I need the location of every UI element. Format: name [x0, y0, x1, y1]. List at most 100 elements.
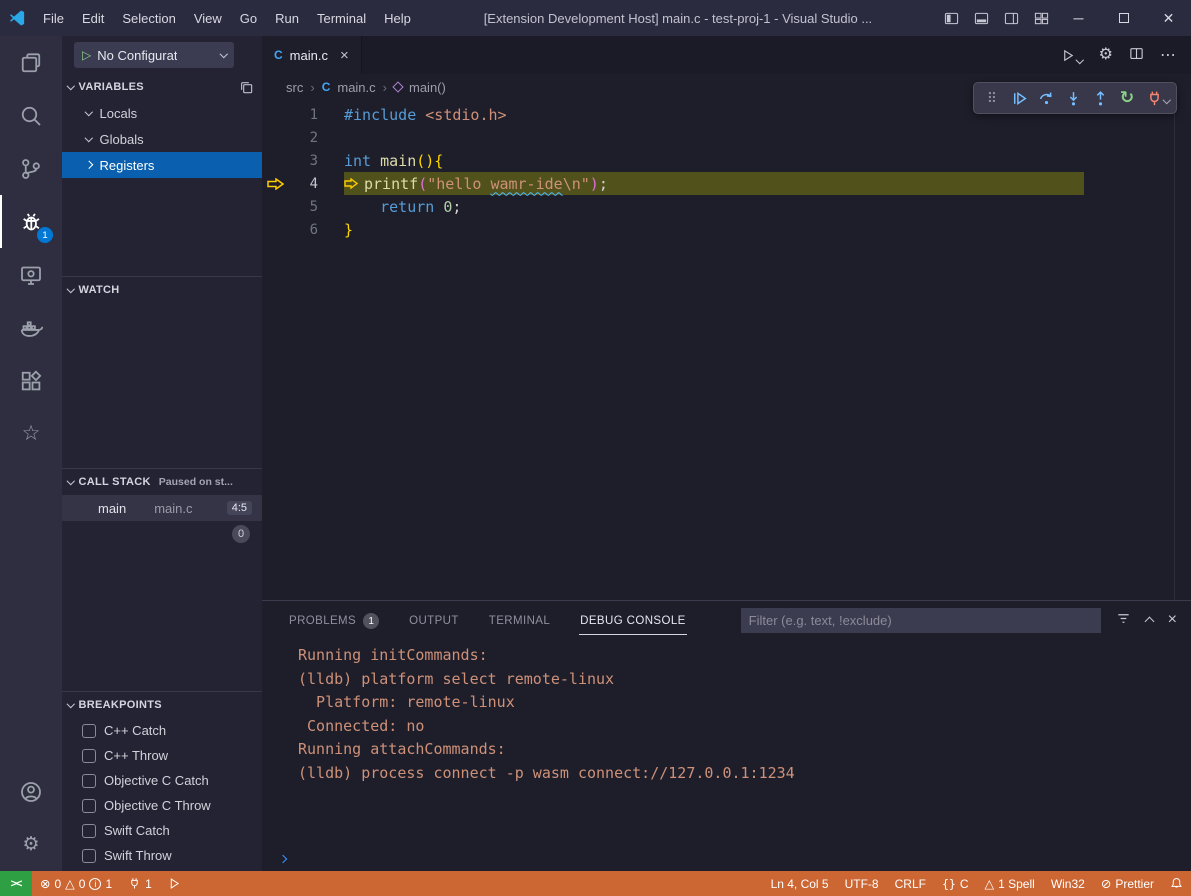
breakpoint-item[interactable]: Swift Throw [62, 843, 262, 868]
tab-main-c[interactable]: C main.c × [262, 36, 362, 74]
breadcrumb-file[interactable]: Cmain.c [322, 80, 376, 95]
console-input-row[interactable] [262, 847, 1191, 871]
star-icon: ☆ [22, 423, 41, 444]
spell-checker-status[interactable]: △ 1 Spell [976, 871, 1042, 896]
stack-frame-row[interactable]: main main.c 4:5 [62, 495, 262, 521]
step-into-button[interactable] [1060, 84, 1087, 112]
customize-layout-icon[interactable] [1026, 0, 1056, 36]
encoding-indicator[interactable]: UTF-8 [837, 871, 887, 896]
continue-button[interactable] [1006, 84, 1033, 112]
chevron-down-icon[interactable] [1164, 91, 1170, 106]
breakpoint-checkbox[interactable] [82, 774, 96, 788]
debug-console-output[interactable]: Running initCommands:(lldb) platform sel… [262, 639, 1191, 847]
restart-button[interactable]: ↻ [1114, 84, 1141, 112]
activity-search[interactable] [0, 89, 62, 142]
breakpoint-checkbox[interactable] [82, 749, 96, 763]
inline-breakpoint-icon[interactable] [344, 178, 358, 189]
breadcrumb-symbol[interactable]: main() [394, 80, 446, 95]
split-editor-icon[interactable] [1129, 46, 1144, 64]
activity-docker[interactable] [0, 301, 62, 354]
debug-current-line-icon[interactable] [262, 178, 288, 190]
notifications-bell[interactable] [1162, 871, 1191, 896]
menu-selection[interactable]: Selection [113, 0, 184, 36]
ports-indicator[interactable]: 1 [120, 871, 160, 896]
problems-indicator[interactable]: ⊗0 △0 i1 [32, 871, 120, 896]
watch-header[interactable]: WATCH [62, 277, 262, 303]
activity-remote-explorer[interactable] [0, 248, 62, 301]
breakpoint-checkbox[interactable] [82, 824, 96, 838]
code-token: \n" [563, 175, 590, 193]
formatter-indicator[interactable]: ⊘ Prettier [1093, 871, 1162, 896]
account-icon[interactable] [0, 765, 62, 818]
breakpoint-item[interactable]: Objective C Throw [62, 793, 262, 818]
activity-explorer[interactable] [0, 36, 62, 89]
panel-tab-problems[interactable]: PROBLEMS1 [288, 603, 380, 637]
activity-favorites[interactable]: ☆ [0, 407, 62, 460]
settings-gear-icon[interactable]: ⚙ [0, 818, 62, 871]
toggle-sidebar-icon[interactable] [936, 0, 966, 36]
activity-extensions[interactable] [0, 354, 62, 407]
language-mode[interactable]: {} C [934, 871, 977, 896]
menu-edit[interactable]: Edit [73, 0, 113, 36]
activity-source-control[interactable] [0, 142, 62, 195]
debug-status-indicator[interactable] [160, 871, 189, 896]
run-or-debug-icon[interactable] [1061, 48, 1083, 63]
menu-terminal[interactable]: Terminal [308, 0, 375, 36]
toggle-secondary-sidebar-icon[interactable] [996, 0, 1026, 36]
menu-file[interactable]: File [34, 0, 73, 36]
breakpoint-checkbox[interactable] [82, 724, 96, 738]
menu-go[interactable]: Go [231, 0, 266, 36]
breadcrumb-src[interactable]: src [286, 80, 303, 95]
config-label: No Configurat [97, 48, 177, 63]
code-line-2[interactable]: 2 [262, 126, 1191, 149]
code-token [416, 106, 425, 124]
panel-tab-terminal[interactable]: TERMINAL [488, 605, 551, 635]
bottom-panel: PROBLEMS1 OUTPUT TERMINAL DEBUG CONSOLE × R… [262, 600, 1191, 871]
code-line-4[interactable]: 4printf("hello wamr-ide\n"); [262, 172, 1191, 195]
drag-handle[interactable]: ⠿ [979, 84, 1006, 112]
variables-item-globals[interactable]: Globals [62, 126, 262, 152]
maximize-panel-icon[interactable] [1144, 617, 1154, 627]
minimize-button[interactable]: ─ [1056, 0, 1101, 36]
call-stack-header[interactable]: CALL STACK Paused on st... [62, 469, 262, 495]
step-over-button[interactable] [1033, 84, 1060, 112]
debug-config-dropdown[interactable]: ▷ No Configurat [74, 42, 234, 68]
filter-icon[interactable] [1116, 611, 1131, 629]
variables-header[interactable]: VARIABLES [62, 74, 262, 100]
code-line-5[interactable]: 5 return 0; [262, 195, 1191, 218]
breakpoint-item[interactable]: Swift Catch [62, 818, 262, 843]
code-editor[interactable]: 1#include <stdio.h>23int main(){4printf(… [262, 100, 1191, 600]
breakpoint-item[interactable]: C++ Throw [62, 743, 262, 768]
more-actions-icon[interactable]: ⋯ [1160, 45, 1177, 65]
menu-help[interactable]: Help [375, 0, 420, 36]
line-number: 6 [288, 222, 318, 238]
breakpoint-item[interactable]: C++ Catch [62, 718, 262, 743]
activity-run-debug[interactable]: 1 [0, 195, 62, 248]
code-line-3[interactable]: 3int main(){ [262, 149, 1191, 172]
debug-filter-input[interactable] [741, 608, 1101, 633]
breakpoint-item[interactable]: Objective C Catch [62, 768, 262, 793]
step-out-button[interactable] [1087, 84, 1114, 112]
close-button[interactable]: ✕ [1146, 0, 1191, 36]
breakpoints-header[interactable]: BREAKPOINTS [62, 692, 262, 718]
code-line-6[interactable]: 6} [262, 218, 1191, 241]
panel-tab-output[interactable]: OUTPUT [408, 605, 460, 635]
collapse-all-icon[interactable] [239, 80, 254, 95]
tab-close-icon[interactable]: × [340, 47, 349, 64]
panel-tab-debug-console[interactable]: DEBUG CONSOLE [579, 605, 687, 635]
symbol-method-icon [392, 81, 403, 92]
cursor-position[interactable]: Ln 4, Col 5 [763, 871, 837, 896]
breakpoint-checkbox[interactable] [82, 799, 96, 813]
close-panel-icon[interactable]: × [1168, 611, 1177, 629]
menu-view[interactable]: View [185, 0, 231, 36]
toggle-panel-icon[interactable] [966, 0, 996, 36]
menu-run[interactable]: Run [266, 0, 308, 36]
platform-indicator[interactable]: Win32 [1043, 871, 1093, 896]
variables-item-registers[interactable]: Registers [62, 152, 262, 178]
variables-item-locals[interactable]: Locals [62, 100, 262, 126]
editor-settings-icon[interactable]: ⚙ [1099, 47, 1113, 63]
remote-indicator[interactable]: >< [0, 871, 32, 896]
breakpoint-checkbox[interactable] [82, 849, 96, 863]
maximize-button[interactable] [1101, 0, 1146, 36]
eol-indicator[interactable]: CRLF [887, 871, 934, 896]
